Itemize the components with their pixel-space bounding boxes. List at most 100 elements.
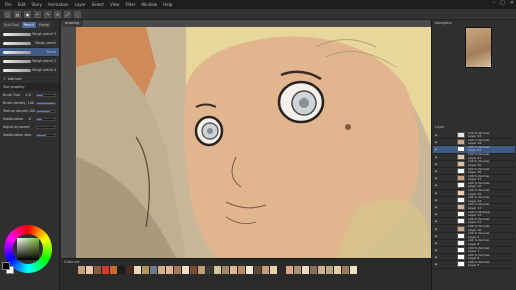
color-swatch[interactable] <box>102 266 110 274</box>
color-swatch[interactable] <box>302 266 310 274</box>
color-swatch[interactable] <box>110 266 118 274</box>
save-icon[interactable]: ▣ <box>24 10 31 18</box>
eye-icon[interactable]: ◉ <box>433 219 439 223</box>
color-swatch[interactable] <box>270 266 278 274</box>
brush-item[interactable]: Rough pencil <box>0 39 59 48</box>
eye-icon[interactable]: ◉ <box>433 255 439 259</box>
color-swatch[interactable] <box>238 266 246 274</box>
new-file-icon[interactable]: ▢ <box>4 10 11 18</box>
color-swatch[interactable] <box>310 266 318 274</box>
brush-item[interactable]: Rough pencil 2 <box>0 57 59 66</box>
brush-item[interactable]: Rough pencil 3 <box>0 30 59 39</box>
color-swatch[interactable] <box>246 266 254 274</box>
eye-icon[interactable]: ◉ <box>433 262 439 266</box>
eye-icon[interactable]: ◉ <box>433 140 439 144</box>
color-swatch[interactable] <box>78 266 86 274</box>
menu-item-file[interactable]: File <box>5 2 12 7</box>
color-swatch[interactable] <box>206 266 214 274</box>
eye-icon[interactable]: ◉ <box>433 176 439 180</box>
color-swatch[interactable] <box>350 266 358 274</box>
eye-icon[interactable]: ◉ <box>433 183 439 187</box>
color-swatch[interactable] <box>278 266 286 274</box>
color-swatch[interactable] <box>182 266 190 274</box>
color-swatch[interactable] <box>334 266 342 274</box>
eye-icon[interactable]: ◉ <box>433 162 439 166</box>
eye-icon[interactable]: ◉ <box>433 147 439 151</box>
color-swatch[interactable] <box>142 266 150 274</box>
menu-item-view[interactable]: View <box>110 2 120 7</box>
add-tool-button[interactable]: + Add tool <box>0 75 59 83</box>
property-value[interactable]: 100 <box>29 109 35 113</box>
color-swatch[interactable] <box>174 266 182 274</box>
layer-row[interactable]: ◉ 100 % Normal Layer 5 <box>433 260 515 269</box>
color-swatch[interactable] <box>222 266 230 274</box>
color-swatch[interactable] <box>166 266 174 274</box>
color-swatch[interactable] <box>134 266 142 274</box>
color-swatch[interactable] <box>262 266 270 274</box>
color-swatch[interactable] <box>294 266 302 274</box>
navigator-thumbnail[interactable] <box>465 27 492 68</box>
eye-icon[interactable]: ◉ <box>433 169 439 173</box>
transform-icon[interactable]: ⤢ <box>64 10 71 18</box>
property-slider[interactable] <box>36 125 56 129</box>
color-swatch[interactable] <box>286 266 294 274</box>
color-swatch[interactable] <box>126 266 134 274</box>
color-swatch[interactable] <box>94 266 102 274</box>
color-swatch[interactable] <box>158 266 166 274</box>
menu-item-filter[interactable]: Filter <box>125 2 135 7</box>
menu-item-help[interactable]: Help <box>163 2 172 7</box>
menu-item-edit[interactable]: Edit <box>18 2 26 7</box>
undo-icon[interactable]: ↶ <box>34 10 41 18</box>
property-slider[interactable] <box>35 109 56 113</box>
color-swatch[interactable] <box>318 266 326 274</box>
foreground-color-swatch[interactable] <box>2 262 10 270</box>
canvas-artwork[interactable] <box>76 27 431 258</box>
brush-item[interactable]: Pencil <box>0 48 59 57</box>
open-file-icon[interactable]: ▤ <box>14 10 21 18</box>
eye-icon[interactable]: ◉ <box>433 241 439 245</box>
eye-icon[interactable]: ◉ <box>433 234 439 238</box>
menu-item-animation[interactable]: Animation <box>48 2 68 7</box>
property-value[interactable]: 4.0 <box>26 93 31 97</box>
property-value[interactable]: 6 <box>29 117 31 121</box>
redo-icon[interactable]: ↷ <box>44 10 51 18</box>
color-swatch[interactable] <box>190 266 198 274</box>
eye-icon[interactable]: ◉ <box>433 248 439 252</box>
eye-icon[interactable]: ◉ <box>433 205 439 209</box>
close-icon[interactable]: ✕ <box>510 0 514 6</box>
maximize-icon[interactable]: □ <box>500 0 505 6</box>
property-slider[interactable] <box>36 133 56 137</box>
menu-item-window[interactable]: Window <box>141 2 157 7</box>
color-swatch[interactable] <box>230 266 238 274</box>
color-swatch[interactable] <box>198 266 206 274</box>
color-swatch[interactable] <box>118 266 126 274</box>
color-swatch[interactable] <box>86 266 94 274</box>
minimize-icon[interactable]: – <box>493 0 496 6</box>
color-swatch[interactable] <box>326 266 334 274</box>
eye-icon[interactable]: ◉ <box>433 133 439 137</box>
brush-item[interactable]: Rough pencil 4 <box>0 66 59 75</box>
deselect-icon[interactable]: ◌ <box>74 10 81 18</box>
menu-item-layer[interactable]: Layer <box>74 2 85 7</box>
color-swatch[interactable] <box>254 266 262 274</box>
menu-item-story[interactable]: Story <box>31 2 42 7</box>
property-slider[interactable] <box>36 117 56 121</box>
tab-subtool[interactable]: Sub Tool <box>2 22 21 28</box>
property-value[interactable]: 100 <box>28 101 34 105</box>
eye-icon[interactable]: ◉ <box>433 198 439 202</box>
property-slider[interactable] <box>35 101 56 105</box>
eye-icon[interactable]: ◉ <box>433 212 439 216</box>
color-swatch[interactable] <box>214 266 222 274</box>
canvas-tab[interactable]: drawing <box>61 20 84 27</box>
color-swatch[interactable] <box>150 266 158 274</box>
color-swatch[interactable] <box>342 266 350 274</box>
clear-icon[interactable]: ✕ <box>54 10 61 18</box>
eye-icon[interactable]: ◉ <box>433 155 439 159</box>
tab-pencil[interactable]: Pencil <box>21 22 36 28</box>
eye-icon[interactable]: ◉ <box>433 191 439 195</box>
menu-item-select[interactable]: Select <box>92 2 104 7</box>
saturation-value-square[interactable] <box>17 238 39 260</box>
property-slider[interactable] <box>36 93 56 97</box>
eye-icon[interactable]: ◉ <box>433 227 439 231</box>
tab-pastel[interactable]: Pastel <box>36 22 52 28</box>
